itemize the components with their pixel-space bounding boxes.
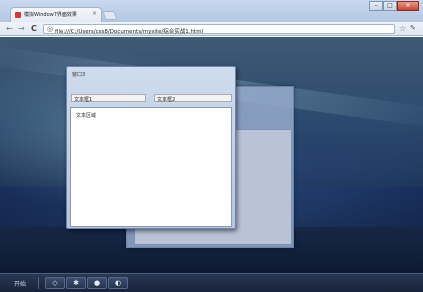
browser-toolbar: ← → C ◎ file:///C:/Users/css8/Documents/… xyxy=(0,22,423,36)
taskbar-button-1[interactable]: ◇ xyxy=(45,277,65,289)
browser-tab[interactable]: 模拟Window7界面效果 × xyxy=(10,7,102,22)
text-field-2[interactable]: 文本框2 xyxy=(154,94,232,103)
forward-icon[interactable]: → xyxy=(18,24,25,34)
browser-titlebar: 模拟Window7界面效果 × – □ ✕ xyxy=(0,0,423,22)
text-field-2-value: 文本框2 xyxy=(157,97,176,103)
back-icon[interactable]: ← xyxy=(6,24,13,34)
new-tab-button[interactable] xyxy=(102,11,118,20)
maximize-button[interactable]: □ xyxy=(383,1,397,11)
close-button[interactable]: ✕ xyxy=(397,1,419,11)
taskbar-button-2[interactable]: ✱ xyxy=(66,277,86,289)
text-area[interactable]: 文本区域 xyxy=(70,107,232,227)
minimize-button[interactable]: – xyxy=(369,1,383,11)
favicon-icon xyxy=(15,12,21,18)
wrench-icon[interactable]: ✎ xyxy=(410,24,416,32)
taskbar-button-4[interactable]: ◐ xyxy=(108,277,128,289)
page-viewport: 窗口3 文本框1 文本框2 文本区域 xyxy=(0,37,423,273)
window-title: 窗口3 xyxy=(72,72,86,78)
taskbar-button-3[interactable]: ● xyxy=(87,277,107,289)
front-window[interactable]: 窗口3 文本框1 文本框2 文本区域 xyxy=(66,66,236,229)
address-text: file:///C:/Users/css8/Documents/mysite/综… xyxy=(55,29,204,35)
tab-close-icon[interactable]: × xyxy=(92,10,97,17)
text-field-1[interactable]: 文本框1 xyxy=(71,94,146,103)
browser-window: 模拟Window7界面效果 × – □ ✕ ← → C ◎ file:///C:… xyxy=(0,0,423,292)
tab-title: 模拟Window7界面效果 xyxy=(24,12,77,18)
bookmark-star-icon[interactable]: ☆ xyxy=(399,24,406,33)
text-area-value: 文本区域 xyxy=(76,113,97,119)
text-field-1-value: 文本框1 xyxy=(74,97,93,103)
page-icon: ◎ xyxy=(47,25,54,33)
start-button[interactable]: 开始 xyxy=(14,279,26,288)
address-bar[interactable]: ◎ file:///C:/Users/css8/Documents/mysite… xyxy=(43,24,395,35)
taskbar: 开始 ◇ ✱ ● ◐ xyxy=(0,273,423,292)
taskbar-divider xyxy=(38,277,39,289)
window-controls: – □ ✕ xyxy=(369,1,419,12)
reload-icon[interactable]: C xyxy=(31,24,37,34)
